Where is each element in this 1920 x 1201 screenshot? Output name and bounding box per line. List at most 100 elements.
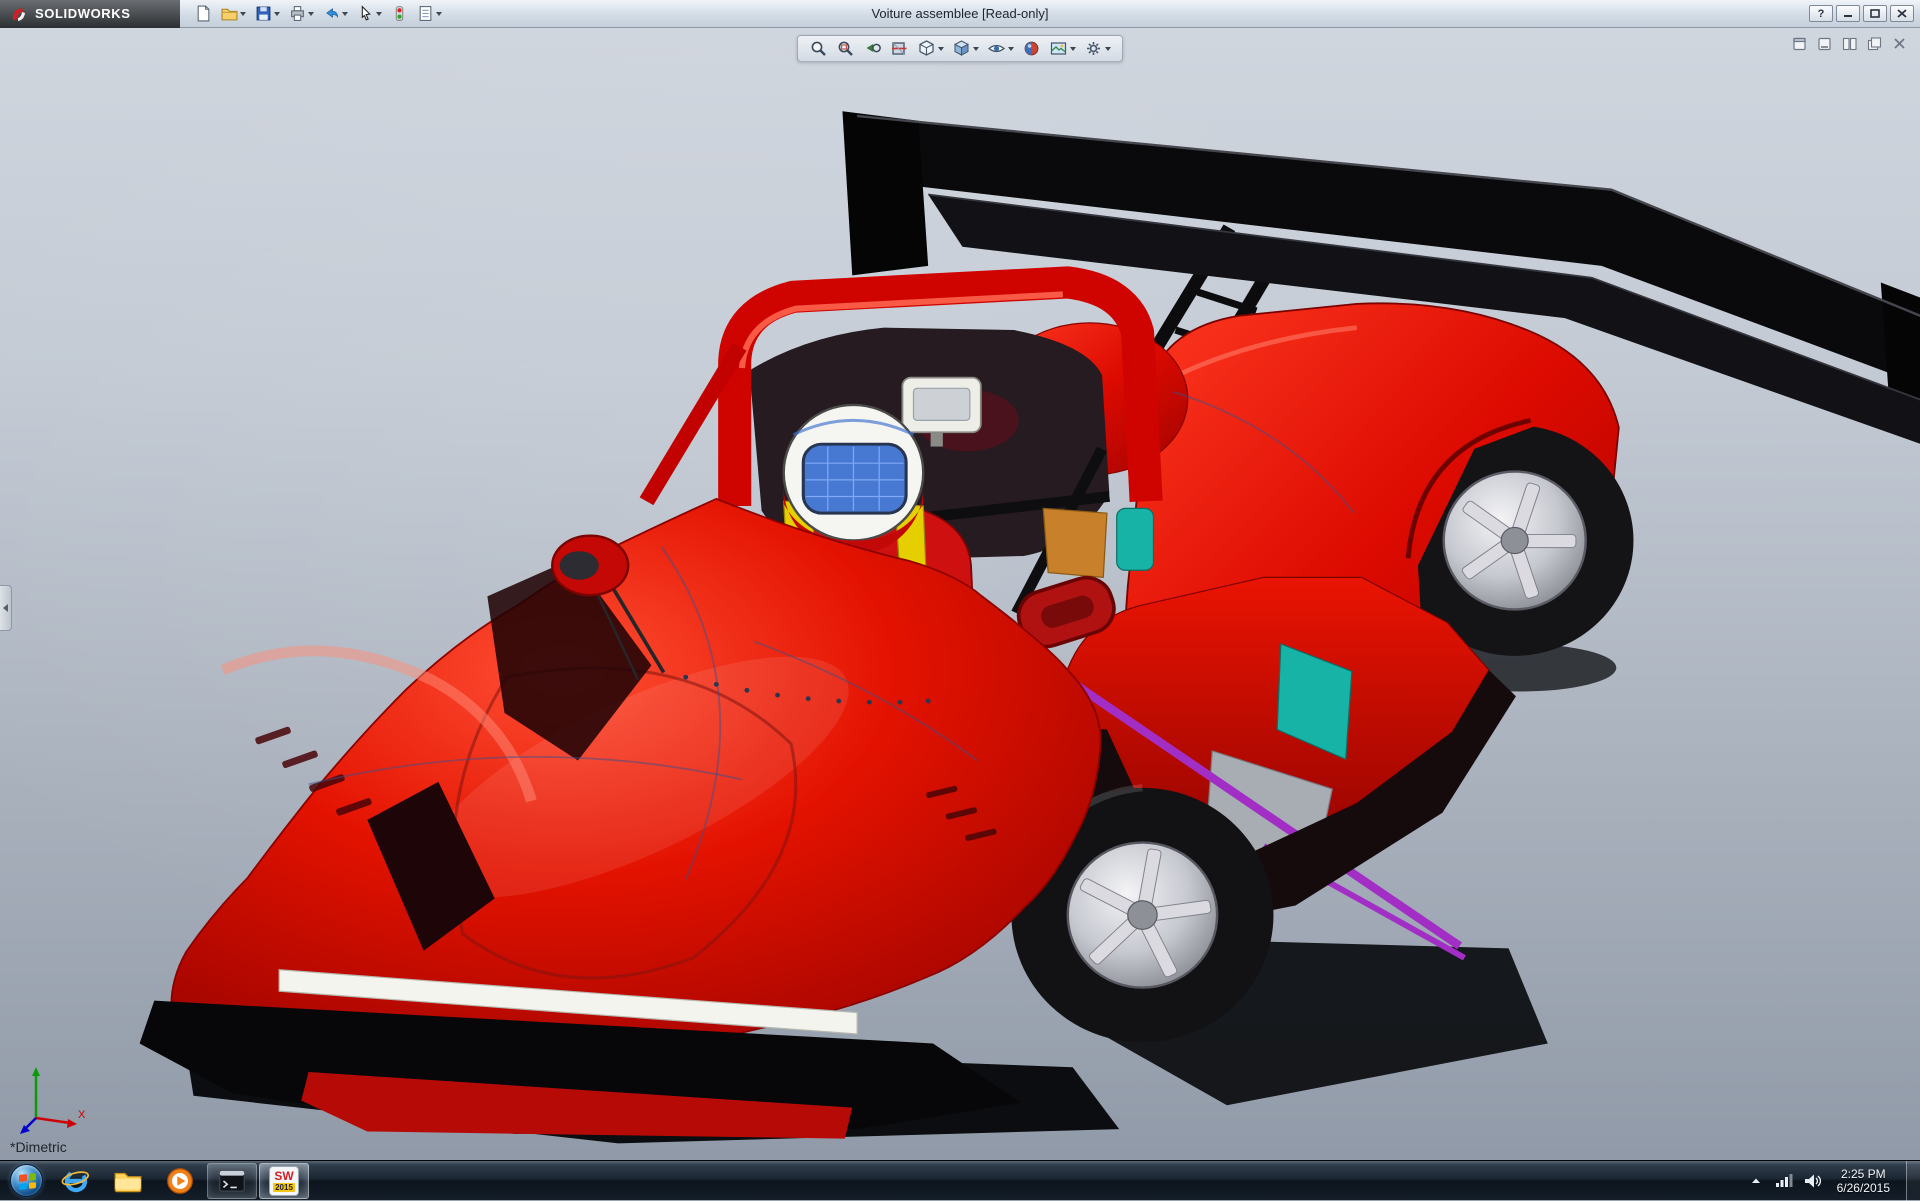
close-window-button[interactable]: [1890, 36, 1908, 51]
section-view-icon: [890, 39, 909, 58]
view-settings-icon: [1084, 39, 1103, 58]
volume-icon: [1803, 1173, 1821, 1189]
start-button[interactable]: [2, 1161, 50, 1201]
apply-scene-caret[interactable]: [1070, 47, 1076, 51]
taskbar-media-player[interactable]: [155, 1163, 205, 1199]
edit-appearance-icon: [1022, 39, 1041, 58]
system-tray: 2:25 PM 6/26/2015: [1747, 1161, 1920, 1201]
taskbar-solidworks[interactable]: SW 2015: [259, 1163, 309, 1199]
triad-x-label: X: [78, 1109, 86, 1121]
tile-windows-button[interactable]: [1840, 36, 1858, 51]
zoom-to-area-icon: [836, 39, 855, 58]
view-orientation-label: *Dimetric: [10, 1139, 67, 1155]
clock-time: 2:25 PM: [1837, 1167, 1890, 1181]
maximize-icon: [1870, 9, 1880, 18]
minimize-window-icon: [1817, 37, 1832, 51]
collapse-arrow-icon: [3, 604, 8, 612]
document-window-controls: [1790, 36, 1908, 51]
restore-window-button[interactable]: [1790, 36, 1808, 51]
network-icon: [1775, 1173, 1793, 1189]
select-dropdown-caret[interactable]: [376, 12, 382, 16]
apply-scene-button[interactable]: [1049, 39, 1076, 58]
minimize-icon: [1843, 9, 1853, 18]
help-button[interactable]: ?: [1809, 5, 1833, 22]
show-hidden-icons-button[interactable]: [1747, 1171, 1765, 1191]
close-icon: [1897, 9, 1907, 18]
zoom-to-area-button[interactable]: [836, 39, 855, 58]
hide-show-items-button[interactable]: [987, 39, 1014, 58]
minimize-window-button[interactable]: [1815, 36, 1833, 51]
hide-show-items-caret[interactable]: [1008, 47, 1014, 51]
helmet-visor: [803, 444, 906, 513]
previous-view-button[interactable]: [863, 39, 882, 58]
solidworks-window: SOLIDWORKS: [0, 0, 1920, 1200]
folder-icon: [112, 1165, 144, 1197]
view-settings-caret[interactable]: [1105, 47, 1111, 51]
race-car-model[interactable]: [0, 28, 1920, 1160]
display-style-button[interactable]: [952, 39, 979, 58]
display-style-caret[interactable]: [973, 47, 979, 51]
window-controls: ?: [1809, 5, 1920, 22]
title-bar: SOLIDWORKS: [0, 0, 1920, 28]
print-dropdown-caret[interactable]: [308, 12, 314, 16]
save-dropdown-caret[interactable]: [274, 12, 280, 16]
cockpit-vent-teal[interactable]: [1117, 508, 1154, 570]
zoom-to-fit-icon: [809, 39, 828, 58]
options-button[interactable]: [414, 3, 445, 24]
command-prompt-icon: [216, 1165, 248, 1197]
previous-view-icon: [863, 39, 882, 58]
save-button[interactable]: [252, 3, 283, 24]
taskbar-internet-explorer[interactable]: [51, 1163, 101, 1199]
print-icon: [289, 5, 306, 22]
edit-appearance-button[interactable]: [1022, 39, 1041, 58]
restore-window-icon: [1792, 37, 1807, 51]
rebuild-icon: [391, 5, 408, 22]
solidworks-version-badge: 2015: [273, 1183, 295, 1192]
taskbar-windows-explorer[interactable]: [103, 1163, 153, 1199]
view-orientation-caret[interactable]: [938, 47, 944, 51]
options-dropdown-caret[interactable]: [436, 12, 442, 16]
network-status-button[interactable]: [1775, 1171, 1793, 1191]
close-window-icon: [1892, 37, 1907, 51]
brand-text: SOLIDWORKS: [35, 6, 131, 21]
save-icon: [255, 5, 272, 22]
undo-dropdown-caret[interactable]: [342, 12, 348, 16]
taskbar-clock[interactable]: 2:25 PM 6/26/2015: [1831, 1167, 1896, 1195]
taskbar-command-prompt[interactable]: [207, 1163, 257, 1199]
minimize-button[interactable]: [1836, 5, 1860, 22]
view-orientation-icon: [917, 39, 936, 58]
close-button[interactable]: [1890, 5, 1914, 22]
show-hidden-icons-icon: [1749, 1174, 1763, 1188]
view-orientation-button[interactable]: [917, 39, 944, 58]
maximize-button[interactable]: [1863, 5, 1887, 22]
section-view-button[interactable]: [890, 39, 909, 58]
graphics-area[interactable]: X *Dimetric: [0, 28, 1920, 1160]
undo-icon: [323, 5, 340, 22]
select-cursor-icon: [357, 5, 374, 22]
open-icon: [221, 5, 238, 22]
cascade-windows-icon: [1867, 37, 1882, 51]
media-player-icon: [164, 1165, 196, 1197]
volume-button[interactable]: [1803, 1171, 1821, 1191]
zoom-to-fit-button[interactable]: [809, 39, 828, 58]
clock-date: 6/26/2015: [1837, 1181, 1890, 1195]
rebuild-button[interactable]: [388, 3, 411, 24]
print-button[interactable]: [286, 3, 317, 24]
new-document-button[interactable]: [192, 3, 215, 24]
heads-up-view-toolbar: [797, 35, 1123, 62]
open-button[interactable]: [218, 3, 249, 24]
display-style-icon: [952, 39, 971, 58]
solidworks-initials: SW: [274, 1170, 293, 1182]
new-document-icon: [195, 5, 212, 22]
open-dropdown-caret[interactable]: [240, 12, 246, 16]
options-icon: [417, 5, 434, 22]
view-settings-button[interactable]: [1084, 39, 1111, 58]
feature-tree-collapse-tab[interactable]: [0, 585, 12, 631]
undo-button[interactable]: [320, 3, 351, 24]
orientation-triad: X: [14, 1060, 88, 1138]
show-desktop-button[interactable]: [1906, 1161, 1920, 1201]
select-button[interactable]: [354, 3, 385, 24]
hide-show-items-icon: [987, 39, 1006, 58]
solidworks-logo-mark: [10, 5, 28, 23]
cascade-windows-button[interactable]: [1865, 36, 1883, 51]
